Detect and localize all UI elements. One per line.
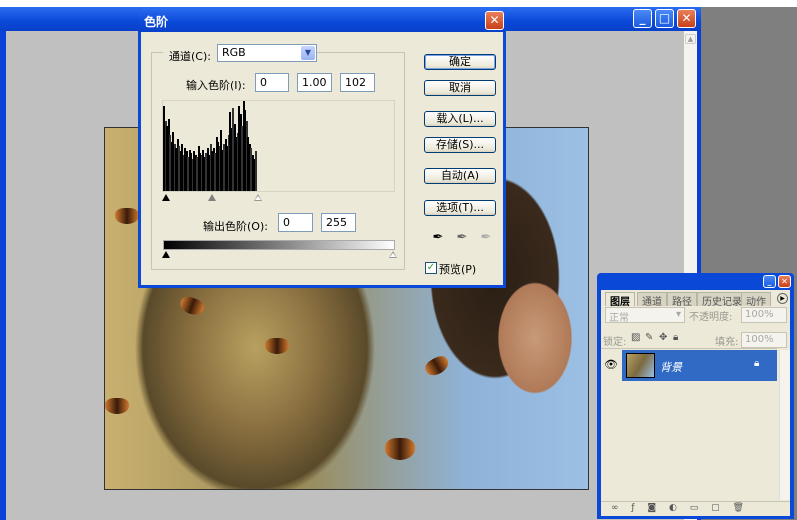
- minimize-button[interactable]: _: [633, 9, 652, 28]
- output-white-slider[interactable]: [389, 251, 397, 258]
- input-white-field[interactable]: 102: [340, 73, 375, 92]
- butterfly-image: [422, 353, 452, 379]
- save-button[interactable]: 存储(S)...: [424, 137, 496, 153]
- lock-transparency-icon[interactable]: ▨: [631, 332, 640, 343]
- layer-thumbnail: [626, 353, 655, 378]
- input-black-field[interactable]: 0: [255, 73, 289, 92]
- eye-visibility-icon[interactable]: 👁︎: [604, 358, 618, 371]
- layers-scrollbar[interactable]: [779, 350, 790, 500]
- layers-panel: _ ✕ 图层 通道 路径 历史记录 动作 ▶ 正常 ▾ 不透明度: 100% 锁定…: [597, 273, 794, 519]
- preview-checkbox[interactable]: ✓: [425, 262, 437, 274]
- tab-paths[interactable]: 路径: [667, 292, 697, 308]
- butterfly-image: [115, 208, 139, 224]
- layer-row[interactable]: 背景 🔒︎: [622, 350, 777, 381]
- levels-dialog: 色阶 ✕ 通道(C): RGB ▼ 输入色阶(I): 0 1.00 102 输出…: [138, 8, 506, 288]
- lock-label: 锁定:: [603, 337, 627, 348]
- channel-label: 通道(C):: [163, 48, 217, 64]
- lock-all-icon[interactable]: 🔒︎: [673, 332, 678, 343]
- lock-brush-icon[interactable]: ✎: [645, 332, 653, 343]
- input-black-slider[interactable]: [162, 194, 170, 201]
- white-eyedropper-icon[interactable]: ✒: [478, 230, 494, 246]
- new-layer-icon[interactable]: ▢: [711, 503, 720, 513]
- mask-icon[interactable]: ◙: [647, 503, 656, 513]
- tab-channels[interactable]: 通道: [637, 292, 667, 308]
- tab-history[interactable]: 历史记录: [697, 292, 747, 308]
- gray-eyedropper-icon[interactable]: ✒: [454, 230, 470, 246]
- dialog-close-button[interactable]: ✕: [485, 11, 504, 30]
- trash-icon[interactable]: 🗑︎: [733, 503, 744, 513]
- butterfly-image: [177, 294, 207, 318]
- input-gamma-slider[interactable]: [208, 194, 216, 201]
- fill-label: 填充:: [715, 337, 739, 348]
- layer-style-icon[interactable]: ƒ: [631, 503, 634, 513]
- panel-close-button[interactable]: ✕: [778, 275, 791, 288]
- scroll-up-icon[interactable]: ▲: [685, 34, 696, 44]
- blend-mode-select[interactable]: 正常 ▾: [605, 307, 685, 324]
- output-black-field[interactable]: 0: [278, 213, 313, 232]
- chevron-down-icon: ▼: [301, 46, 315, 60]
- black-eyedropper-icon[interactable]: ✒: [430, 230, 446, 246]
- layer-name: 背景: [660, 361, 682, 374]
- maximize-button[interactable]: □: [655, 9, 674, 28]
- ok-button[interactable]: 确定: [424, 54, 496, 70]
- opacity-field[interactable]: 100%: [741, 307, 787, 323]
- options-button[interactable]: 选项(T)...: [424, 200, 496, 216]
- butterfly-image: [385, 438, 415, 460]
- adjustment-layer-icon[interactable]: ◐: [669, 503, 677, 513]
- channel-select[interactable]: RGB ▼: [217, 44, 317, 62]
- histogram: [162, 100, 395, 192]
- butterfly-image: [265, 338, 289, 354]
- opacity-label: 不透明度:: [689, 312, 733, 323]
- cancel-button[interactable]: 取消: [424, 80, 496, 96]
- auto-button[interactable]: 自动(A): [424, 168, 496, 184]
- output-levels-label: 输出色阶(O):: [203, 220, 268, 233]
- panel-menu-icon[interactable]: ▶: [777, 293, 788, 304]
- input-gamma-field[interactable]: 1.00: [297, 73, 332, 92]
- output-gradient-bar: [163, 240, 395, 250]
- channel-value: RGB: [222, 46, 246, 59]
- input-levels-label: 输入色阶(I):: [186, 79, 246, 92]
- panel-minimize-button[interactable]: _: [763, 275, 776, 288]
- input-white-slider[interactable]: [254, 194, 262, 201]
- output-black-slider[interactable]: [162, 251, 170, 258]
- output-white-field[interactable]: 255: [321, 213, 356, 232]
- histogram-bar: [254, 151, 257, 191]
- butterfly-image: [105, 398, 129, 414]
- lock-move-icon[interactable]: ✥: [659, 332, 667, 343]
- link-icon[interactable]: ∞: [611, 503, 619, 513]
- tab-actions[interactable]: 动作: [741, 292, 771, 308]
- blend-mode-value: 正常: [609, 313, 629, 324]
- preview-label: 预览(P): [439, 263, 477, 276]
- tab-layers[interactable]: 图层: [605, 292, 635, 308]
- dialog-title[interactable]: 色阶: [138, 8, 506, 32]
- new-group-icon[interactable]: ▭: [690, 503, 699, 513]
- load-button[interactable]: 载入(L)...: [424, 111, 496, 127]
- fill-field[interactable]: 100%: [741, 332, 787, 348]
- close-button[interactable]: ✕: [677, 9, 696, 28]
- layer-lock-icon: 🔒︎: [754, 358, 760, 369]
- divider: [601, 348, 777, 349]
- layers-bottom-toolbar: ∞ ƒ ◙ ◐ ▭ ▢ 🗑︎: [601, 501, 790, 516]
